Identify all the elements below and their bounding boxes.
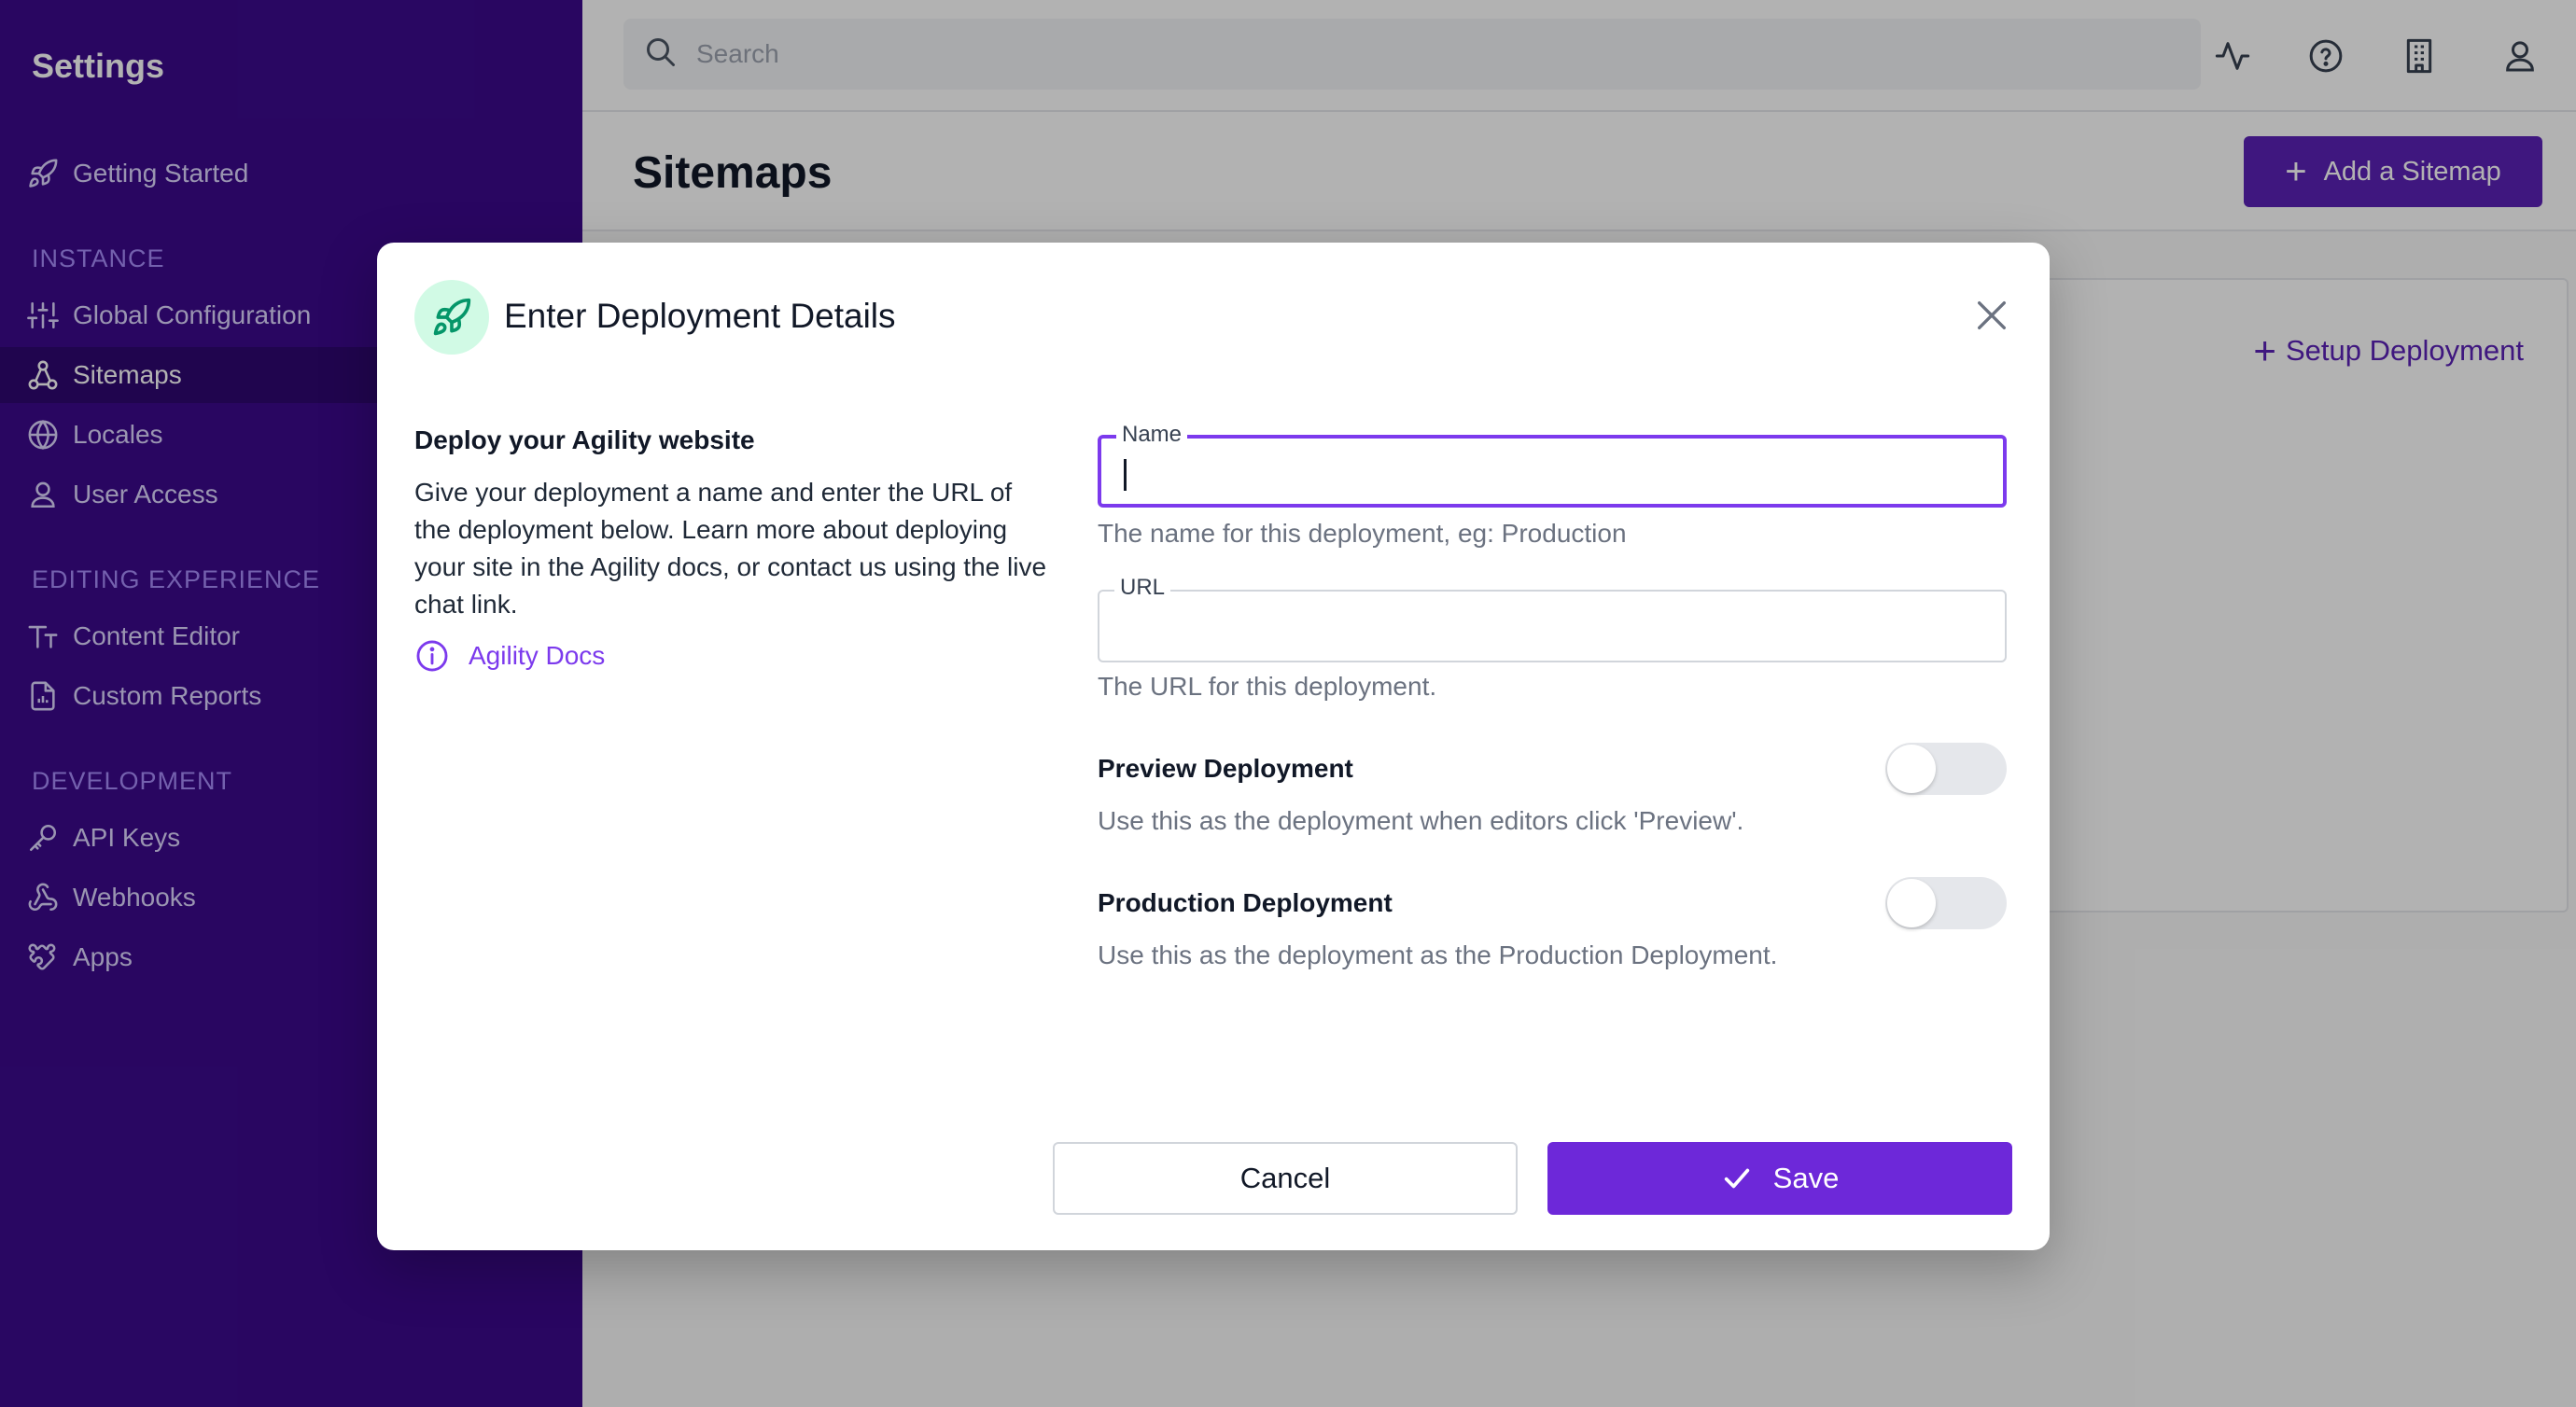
deployment-modal: Enter Deployment Details Deploy your Agi…: [377, 243, 2050, 1250]
agility-docs-link[interactable]: Agility Docs: [414, 638, 605, 674]
modal-left-heading: Deploy your Agility website: [414, 425, 755, 454]
production-deployment-description: Use this as the deployment as the Produc…: [1098, 940, 1778, 969]
rocket-icon: [414, 280, 489, 355]
production-deployment-label: Production Deployment: [1098, 888, 1393, 917]
close-icon: [1973, 297, 2010, 339]
toggle-knob: [1887, 879, 1936, 927]
agility-docs-label: Agility Docs: [469, 641, 606, 670]
preview-deployment-toggle[interactable]: [1885, 743, 2007, 795]
modal-title: Enter Deployment Details: [504, 297, 896, 335]
toggle-knob: [1887, 745, 1936, 793]
save-label: Save: [1772, 1162, 1840, 1194]
close-button[interactable]: [1969, 295, 2014, 340]
name-field[interactable]: Name: [1098, 422, 2007, 508]
preview-deployment-description: Use this as the deployment when editors …: [1098, 806, 1744, 835]
name-input[interactable]: [1101, 439, 2003, 504]
check-icon: [1721, 1163, 1753, 1194]
url-field[interactable]: URL: [1098, 575, 2007, 662]
cancel-label: Cancel: [1239, 1162, 1331, 1194]
preview-deployment-label: Preview Deployment: [1098, 754, 1353, 783]
info-icon: [414, 638, 450, 674]
production-deployment-toggle[interactable]: [1885, 877, 2007, 929]
url-field-hint: The URL for this deployment.: [1098, 672, 1437, 701]
text-caret: [1124, 459, 1127, 491]
save-button[interactable]: Save: [1547, 1142, 2012, 1215]
name-field-hint: The name for this deployment, eg: Produc…: [1098, 519, 1627, 548]
modal-left-description: Give your deployment a name and enter th…: [414, 478, 1047, 619]
cancel-button[interactable]: Cancel: [1053, 1142, 1518, 1215]
url-input[interactable]: [1099, 592, 2005, 661]
